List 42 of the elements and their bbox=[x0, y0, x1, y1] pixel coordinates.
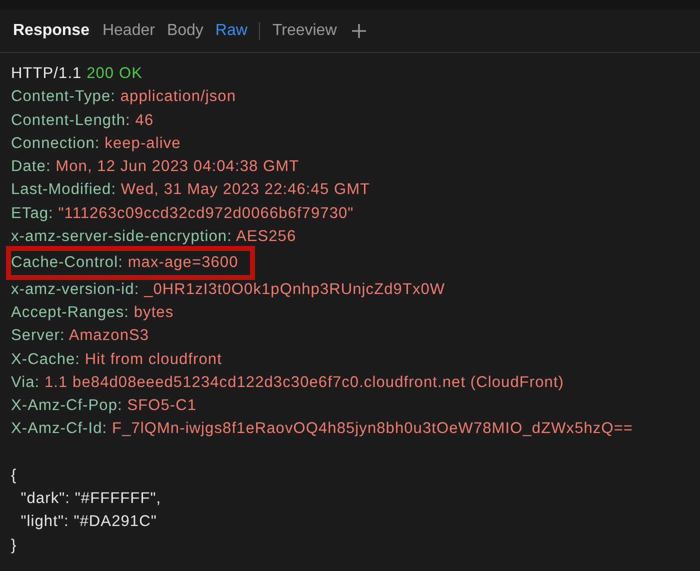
header-value: bytes bbox=[134, 304, 174, 321]
header-value: Hit from cloudfront bbox=[84, 350, 222, 368]
header-name: Content-Length: bbox=[11, 112, 130, 129]
header-name: Date: bbox=[11, 158, 51, 176]
header-name: X-Cache: bbox=[11, 350, 80, 368]
header-value: application/json bbox=[120, 88, 236, 106]
header-name: Cache-Control: bbox=[11, 254, 123, 272]
panel-title: Response bbox=[13, 22, 90, 40]
header-value: 1.1 be84d08eeed51234cd122d3c30e6f7c0.cloudfront.net (CloudFront) bbox=[44, 374, 564, 391]
header-value: AmazonS3 bbox=[68, 327, 150, 344]
tab[interactable]: Header bbox=[102, 22, 155, 40]
protocol-text: HTTP/1.1 bbox=[11, 65, 82, 82]
body-line: "light": "#DA291C" bbox=[20, 512, 157, 532]
header-name: x-amz-server-side-encryption: bbox=[11, 228, 232, 246]
header-name: x-amz-version-id: bbox=[11, 280, 140, 298]
header-value: max-age=3600 bbox=[128, 254, 238, 272]
header-name: Accept-Ranges: bbox=[11, 304, 129, 321]
header-name: ETag: bbox=[11, 204, 54, 222]
status-text: 200 OK bbox=[86, 65, 142, 82]
header-value: Wed, 31 May 2023 22:46:45 GMT bbox=[120, 181, 370, 198]
header-value: 46 bbox=[135, 112, 154, 129]
header-value: keep-alive bbox=[104, 134, 181, 152]
header-name: X-Amz-Cf-Pop: bbox=[11, 397, 122, 414]
header-value: _0HR1zI3t0O0k1pQnhp3RUnjcZd9Tx0W bbox=[144, 280, 446, 298]
tab[interactable]: Raw bbox=[215, 22, 248, 40]
header-name: Via: bbox=[11, 374, 40, 391]
header-name: Content-Type: bbox=[11, 88, 116, 106]
tab[interactable]: Body bbox=[166, 22, 204, 40]
header-value: F_7lQMn-iwjgs8f1eRaovOQ4h85jyn8bh0u3tOeW78MIO_dZWx5hzQ== bbox=[112, 420, 634, 438]
header-value: "111263c09ccd32cd972d0066b6f79730" bbox=[58, 204, 354, 222]
header-name: Server: bbox=[11, 327, 65, 344]
header-value: AES256 bbox=[236, 228, 296, 246]
tab[interactable]: Treeview bbox=[272, 22, 337, 40]
body-line: "dark": "#FFFFFF", bbox=[20, 489, 162, 510]
header-name: Last-Modified: bbox=[11, 181, 116, 198]
header-name: Connection: bbox=[11, 134, 100, 152]
body-line: { bbox=[11, 466, 17, 486]
header-value: SFO5-C1 bbox=[127, 397, 197, 414]
header-name: X-Amz-Cf-Id: bbox=[11, 420, 108, 438]
body-line: } bbox=[11, 536, 17, 556]
add-icon[interactable] bbox=[350, 23, 367, 39]
header-value: Mon, 12 Jun 2023 04:04:38 GMT bbox=[56, 158, 300, 176]
